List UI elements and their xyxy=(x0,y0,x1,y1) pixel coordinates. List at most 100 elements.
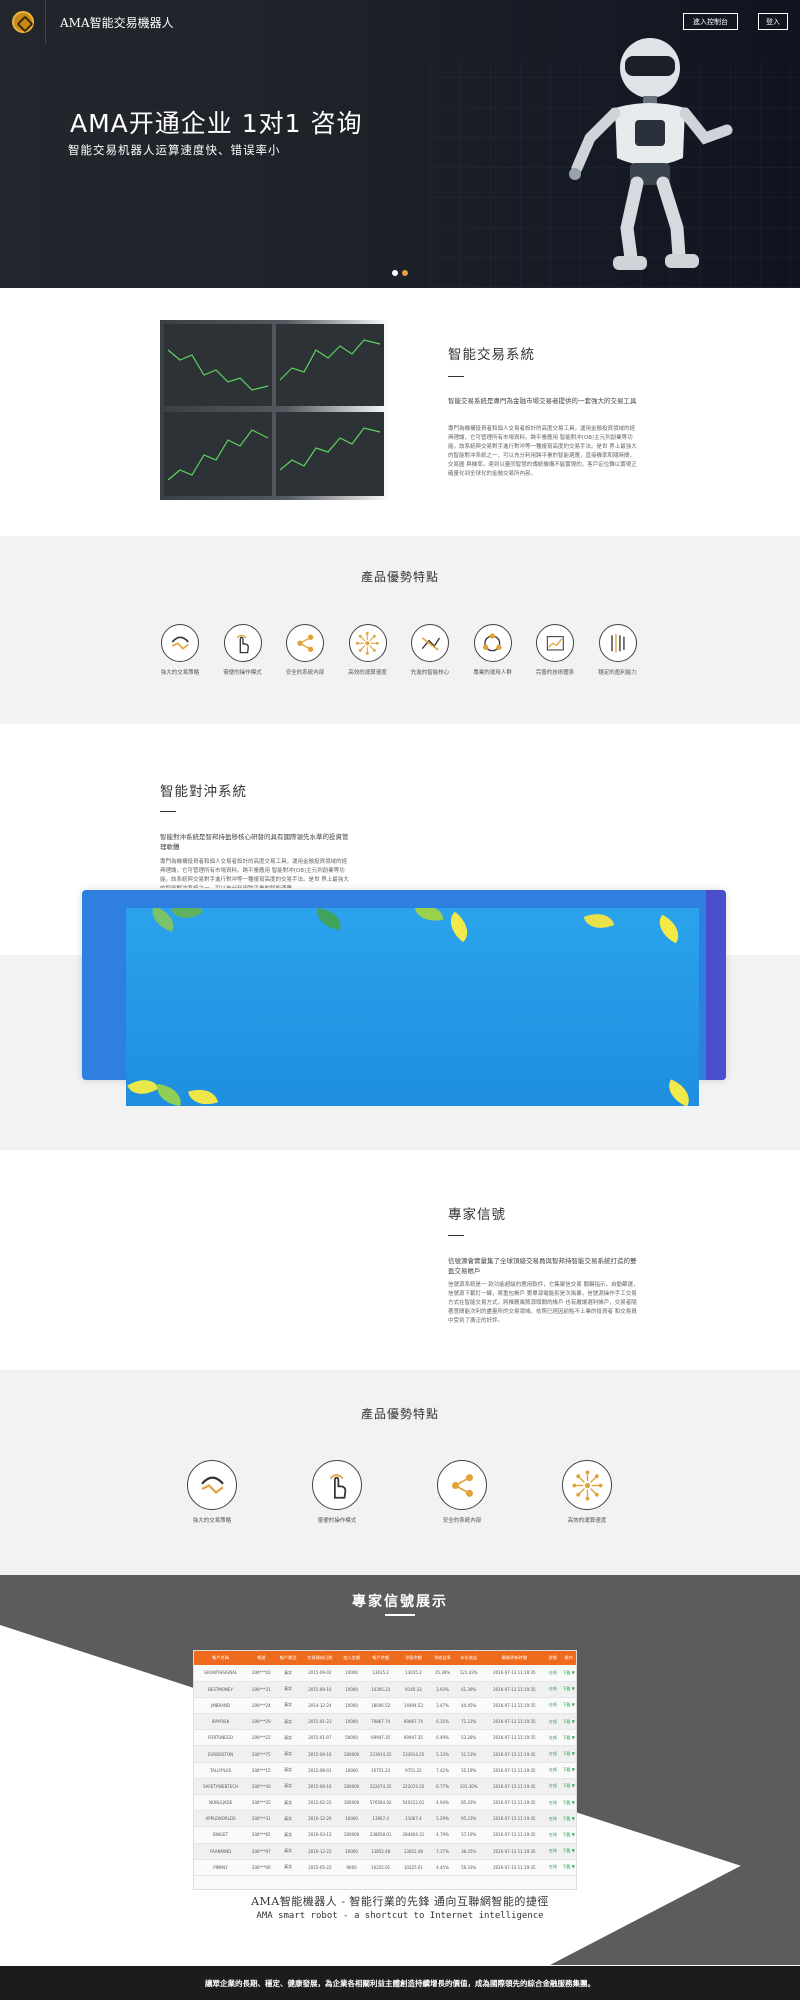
download-link[interactable]: 下載 ▼ xyxy=(559,1681,576,1698)
feature-item[interactable]: 完善的技術體系 xyxy=(525,624,585,676)
slider-dot[interactable] xyxy=(392,270,398,276)
table-cell: 95.23% xyxy=(455,1810,483,1828)
logo-icon xyxy=(11,11,34,33)
burst-icon xyxy=(356,631,379,655)
table-cell: 2016-07-13 11:19:35 xyxy=(482,1794,547,1812)
table-cell: 真实 xyxy=(275,1794,301,1812)
status-badge: 在线 xyxy=(546,1794,560,1812)
table-cell: 2016-07-13 11:19:35 xyxy=(482,1859,547,1876)
signals-title-rule xyxy=(448,1235,464,1236)
table-cell: 2014-12-24 xyxy=(300,1697,339,1715)
table-cell: 15.39% xyxy=(429,1665,456,1682)
hero-title: AMA开通企业 1对1 咨询 xyxy=(70,109,363,138)
signals-title: 專家信號 xyxy=(448,1207,506,1223)
hedge-title-rule xyxy=(160,811,176,812)
table-cell: 真实 xyxy=(275,1713,301,1731)
slogan-chinese: AMA智能機器人 - 智能行業的先鋒 通向互聯網智能的捷徑 xyxy=(251,1895,549,1908)
table-cell: PIMMLY xyxy=(194,1859,248,1876)
table-cell: 2015-09-02 xyxy=(300,1665,339,1682)
table-cell: 2015-05-22 xyxy=(300,1859,339,1876)
table-cell: 222074.35 xyxy=(364,1778,398,1796)
login-button[interactable]: 登入 xyxy=(758,13,788,30)
leaf-decoration xyxy=(663,1079,695,1106)
table-cell: 真实 xyxy=(275,1843,301,1860)
table-cell: 10225.01 xyxy=(364,1859,398,1876)
table-header-cell[interactable]: 狀態 xyxy=(546,1651,560,1665)
table-cell: 53.28% xyxy=(455,1729,483,1747)
table-header-cell[interactable]: 操作 xyxy=(559,1651,576,1665)
feature-icon-circle xyxy=(286,624,324,662)
logo[interactable] xyxy=(0,0,46,44)
table-cell: 真实 xyxy=(275,1826,301,1844)
feature-item[interactable]: 穩定的盈利能力 xyxy=(588,624,648,676)
table-cell: 10000 xyxy=(338,1697,365,1715)
hand-touch-icon xyxy=(236,634,250,653)
download-link[interactable]: 下載 ▼ xyxy=(559,1810,576,1828)
table-row: JMBRAND 206***24 真实 2014-12-24 10000 18046.52… xyxy=(194,1697,576,1715)
table-cell: 56.33% xyxy=(455,1859,483,1876)
table-cell: 7.37% xyxy=(429,1843,456,1860)
download-link[interactable]: 下載 ▼ xyxy=(559,1762,576,1779)
table-cell: 2016-03-12 xyxy=(300,1826,339,1844)
features-section-2: 產品優勢特點 強大的交易策略 靈便的操作模式 安全的系統內部 高效的運算速度 xyxy=(0,1370,800,1575)
table-header-cell[interactable]: 帳號 xyxy=(247,1651,276,1665)
table-header-cell[interactable]: 年化收益 xyxy=(455,1651,483,1665)
table-cell: 10000 xyxy=(338,1713,365,1731)
download-link[interactable]: 下載 ▼ xyxy=(559,1794,576,1812)
table-header-cell[interactable]: 交易開始日期 xyxy=(300,1651,339,1665)
table-row: APPLEWORLDS 206***31 真实 2016-12-26 10000 1396… xyxy=(194,1810,576,1828)
table-cell: BESTMONEY xyxy=(194,1681,248,1698)
feature-item[interactable]: 安全的系統內部 xyxy=(275,624,335,676)
feature-item[interactable]: 靈便的操作模式 xyxy=(307,1460,367,1524)
table-cell: 5.13% xyxy=(429,1745,456,1763)
download-link[interactable]: 下載 ▼ xyxy=(559,1729,576,1747)
table-cell: 2015-01-23 xyxy=(300,1713,339,1731)
download-link[interactable]: 下載 ▼ xyxy=(559,1665,576,1682)
feature-item[interactable]: 高效的運算速度 xyxy=(338,624,398,676)
table-cell: 576584.92 xyxy=(364,1794,398,1812)
leaf-banner-image xyxy=(126,908,699,1106)
feature-item[interactable]: 強大的交易策略 xyxy=(182,1460,242,1524)
feature-icon-circle xyxy=(598,624,637,662)
download-link[interactable]: 下載 ▼ xyxy=(559,1826,576,1844)
download-link[interactable]: 下載 ▼ xyxy=(559,1859,576,1876)
feature-item[interactable]: 先進的智能核心 xyxy=(400,624,460,676)
table-header-cell[interactable]: 最後更新時間 xyxy=(482,1651,547,1665)
table-cell: 6.35% xyxy=(429,1713,456,1731)
console-button[interactable]: 進入控制台 xyxy=(683,13,738,30)
table-header-cell[interactable]: 帳戶名稱 xyxy=(194,1651,248,1665)
leaf-decoration xyxy=(583,908,615,934)
table-cell: 206***31 xyxy=(247,1681,276,1698)
download-link[interactable]: 下載 ▼ xyxy=(559,1778,576,1796)
feature-item[interactable]: 專業的運用人群 xyxy=(463,624,523,676)
hedge-body: 專門為機構投資者和個人交易者設計的高度交易工具，運用金融投資領域的經典理論，它可… xyxy=(160,859,349,888)
slider-dot-active[interactable] xyxy=(402,270,408,276)
table-cell: 79867.74 xyxy=(364,1713,398,1731)
download-link[interactable]: 下載 ▼ xyxy=(559,1713,576,1731)
feature-item[interactable]: 安全的系統內部 xyxy=(432,1460,492,1524)
download-link[interactable]: 下載 ▼ xyxy=(559,1745,576,1763)
table-cell: 69947.35 xyxy=(364,1729,398,1747)
table-cell: 51.53% xyxy=(455,1745,483,1763)
table-cell: APPLEWORLDS xyxy=(194,1810,248,1828)
table-header-cell[interactable]: 帳戶類型 xyxy=(275,1651,301,1665)
table-cell: 9000 xyxy=(338,1859,365,1876)
table-cell: 206***65 xyxy=(247,1826,276,1844)
feature-item[interactable]: 高效的運算速度 xyxy=(557,1460,617,1524)
table-cell: 2016-07-13 11:19:35 xyxy=(482,1826,547,1844)
download-link[interactable]: 下載 ▼ xyxy=(559,1843,576,1860)
system-title: 智能交易系統 xyxy=(448,347,535,363)
table-cell: 71.23% xyxy=(455,1713,483,1731)
download-link[interactable]: 下載 ▼ xyxy=(559,1697,576,1715)
feature-item[interactable]: 靈便的操作模式 xyxy=(213,624,273,676)
table-header-cell[interactable]: 淨值余額 xyxy=(397,1651,430,1665)
table-header-cell[interactable]: 帳戶余額 xyxy=(364,1651,398,1665)
table-header-cell[interactable]: 加入金額 xyxy=(338,1651,365,1665)
feature-label: 安全的系統內部 xyxy=(442,1518,482,1524)
feature-label: 穩定的盈利能力 xyxy=(598,670,637,676)
feature-label: 完善的技術體系 xyxy=(535,670,575,676)
feature-item[interactable]: 強大的交易策略 xyxy=(150,624,210,676)
table-header-cell[interactable]: 淨收益率 xyxy=(429,1651,456,1665)
system-body: 專門為機構投資者和個人交易者設計的高度交易工具，運用金融投資領域的經典理論，它可… xyxy=(448,426,637,477)
table-cell: 6.77% xyxy=(429,1778,456,1796)
